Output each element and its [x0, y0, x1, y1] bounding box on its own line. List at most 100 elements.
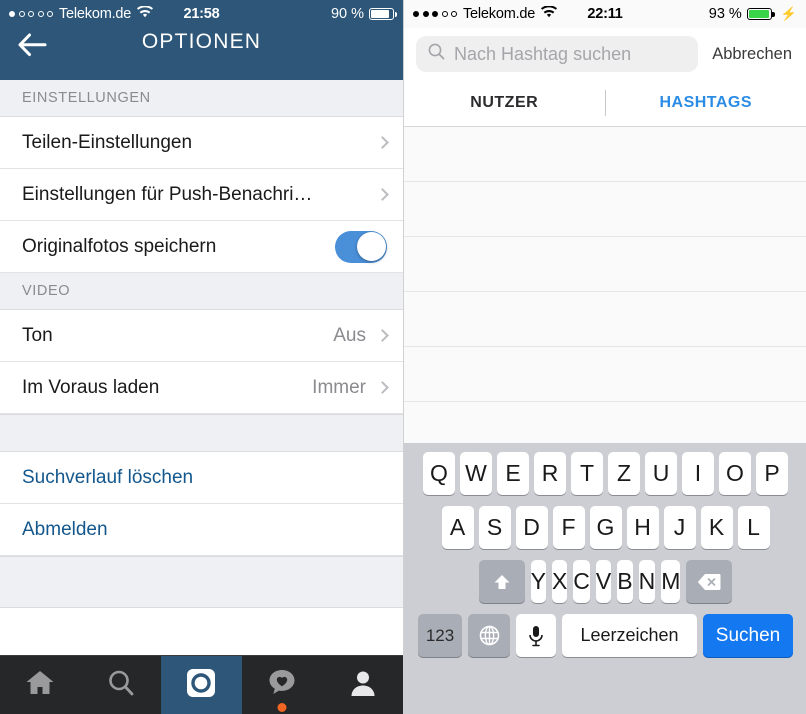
- globe-icon[interactable]: [468, 614, 510, 657]
- keyboard-row-1: Q W E R T Z U I O P: [404, 452, 806, 495]
- key-j[interactable]: J: [663, 506, 696, 549]
- carrier-label: Telekom.de: [463, 6, 536, 22]
- lightning-bolt-icon: ⚡: [780, 6, 797, 21]
- left-status-bar: Telekom.de 21:58 90 %: [0, 0, 403, 28]
- section-header-video: VIDEO: [0, 273, 403, 310]
- row-originalfotos-speichern[interactable]: Originalfotos speichern: [0, 221, 403, 273]
- key-b[interactable]: B: [617, 560, 633, 603]
- keyboard-row-3: Y X C V B N M: [404, 560, 806, 603]
- status-right-group: 90 %: [330, 6, 397, 22]
- wifi-icon: [541, 5, 558, 22]
- microphone-icon[interactable]: [516, 614, 556, 657]
- key-u[interactable]: U: [645, 452, 677, 495]
- key-k[interactable]: K: [700, 506, 733, 549]
- page-title: OPTIONEN: [141, 30, 262, 53]
- tab-profile[interactable]: [322, 656, 403, 714]
- keyboard-row-4: 123 Leerzeichen Suchen: [404, 614, 806, 657]
- key-a[interactable]: A: [441, 506, 474, 549]
- search-icon: [428, 43, 445, 65]
- wifi-icon: [137, 5, 154, 22]
- row-abmelden[interactable]: Abmelden: [0, 504, 403, 556]
- key-i[interactable]: I: [682, 452, 714, 495]
- row-value: Aus: [333, 324, 366, 346]
- list-item[interactable]: [404, 237, 806, 292]
- chevron-right-icon: [376, 136, 389, 149]
- key-q[interactable]: Q: [423, 452, 455, 495]
- row-label: Einstellungen für Push-Benachri…: [22, 183, 313, 205]
- originalfotos-toggle[interactable]: [335, 230, 387, 263]
- tab-home[interactable]: [0, 656, 81, 714]
- key-w[interactable]: W: [460, 452, 492, 495]
- row-label: Originalfotos speichern: [22, 235, 217, 257]
- row-label: Abmelden: [22, 518, 108, 540]
- backspace-icon[interactable]: [686, 560, 733, 603]
- keyboard-row-2: A S D F G H J K L: [404, 506, 806, 549]
- key-s[interactable]: S: [478, 506, 511, 549]
- key-n[interactable]: N: [638, 560, 656, 603]
- section-header-einstellungen: EINSTELLUNGEN: [0, 80, 403, 117]
- camera-icon: [185, 667, 217, 704]
- row-im-voraus-laden[interactable]: Im Voraus laden Immer: [0, 362, 403, 414]
- bottom-gap: [0, 556, 403, 608]
- key-e[interactable]: E: [497, 452, 529, 495]
- key-c[interactable]: C: [573, 560, 590, 603]
- row-value: Immer: [312, 376, 366, 398]
- key-h[interactable]: H: [626, 506, 659, 549]
- list-item[interactable]: [404, 292, 806, 347]
- tab-nutzer[interactable]: NUTZER: [404, 94, 605, 112]
- tab-activity[interactable]: [242, 656, 323, 714]
- space-key[interactable]: Leerzeichen: [562, 614, 697, 657]
- dual-screenshot: Telekom.de 21:58 90 % OPTIONEN EINSTELLU…: [0, 0, 806, 714]
- left-phone-screen: Telekom.de 21:58 90 % OPTIONEN EINSTELLU…: [0, 0, 403, 714]
- row-label: Ton: [22, 324, 53, 346]
- tab-hashtags[interactable]: HASHTAGS: [606, 94, 806, 112]
- list-item[interactable]: [404, 347, 806, 402]
- tab-camera[interactable]: [161, 656, 242, 714]
- key-m[interactable]: M: [661, 560, 681, 603]
- battery-percent-label: 90 %: [330, 6, 364, 22]
- key-d[interactable]: D: [515, 506, 548, 549]
- battery-icon: [369, 8, 397, 20]
- home-icon: [25, 669, 55, 701]
- toggle-knob: [356, 232, 386, 261]
- tab-search[interactable]: [81, 656, 162, 714]
- search-placeholder: Nach Hashtag suchen: [454, 43, 632, 64]
- right-phone-screen: Telekom.de 22:11 93 % ⚡ Nach Hashtag suc…: [403, 0, 806, 714]
- shift-up-arrow-icon[interactable]: [478, 560, 525, 603]
- row-push-benachrichtigungen[interactable]: Einstellungen für Push-Benachri…: [0, 169, 403, 221]
- row-suchverlauf-loeschen[interactable]: Suchverlauf löschen: [0, 452, 403, 504]
- key-x[interactable]: X: [551, 560, 568, 603]
- chevron-right-icon: [376, 329, 389, 342]
- list-item[interactable]: [404, 182, 806, 237]
- right-status-bar: Telekom.de 22:11 93 % ⚡: [404, 0, 806, 28]
- cancel-button[interactable]: Abbrechen: [708, 45, 796, 64]
- numbers-key[interactable]: 123: [418, 614, 462, 657]
- search-results-list: [404, 127, 806, 457]
- search-icon: [106, 668, 136, 703]
- row-ton[interactable]: Ton Aus: [0, 310, 403, 362]
- left-navbar: Telekom.de 21:58 90 % OPTIONEN: [0, 0, 403, 80]
- row-label: Im Voraus laden: [22, 376, 160, 398]
- key-y[interactable]: Y: [530, 560, 546, 603]
- key-g[interactable]: G: [589, 506, 622, 549]
- key-l[interactable]: L: [737, 506, 770, 549]
- row-teilen-einstellungen[interactable]: Teilen-Einstellungen: [0, 117, 403, 169]
- key-f[interactable]: F: [552, 506, 585, 549]
- search-key[interactable]: Suchen: [703, 614, 793, 657]
- key-v[interactable]: V: [595, 560, 612, 603]
- key-r[interactable]: R: [534, 452, 566, 495]
- row-label: Suchverlauf löschen: [22, 466, 194, 488]
- activity-heart-icon: [267, 668, 297, 702]
- key-o[interactable]: O: [719, 452, 751, 495]
- search-input[interactable]: Nach Hashtag suchen: [416, 36, 699, 72]
- key-p[interactable]: P: [756, 452, 788, 495]
- carrier-label: Telekom.de: [59, 6, 132, 22]
- key-t[interactable]: T: [571, 452, 603, 495]
- key-z[interactable]: Z: [608, 452, 640, 495]
- list-item[interactable]: [404, 127, 806, 182]
- signal-strength-dots: [413, 11, 457, 17]
- signal-strength-dots: [9, 11, 53, 17]
- chevron-right-icon: [376, 381, 389, 394]
- onscreen-keyboard: Q W E R T Z U I O P A S D F G H J K L Y …: [404, 443, 806, 714]
- battery-icon: [746, 8, 775, 20]
